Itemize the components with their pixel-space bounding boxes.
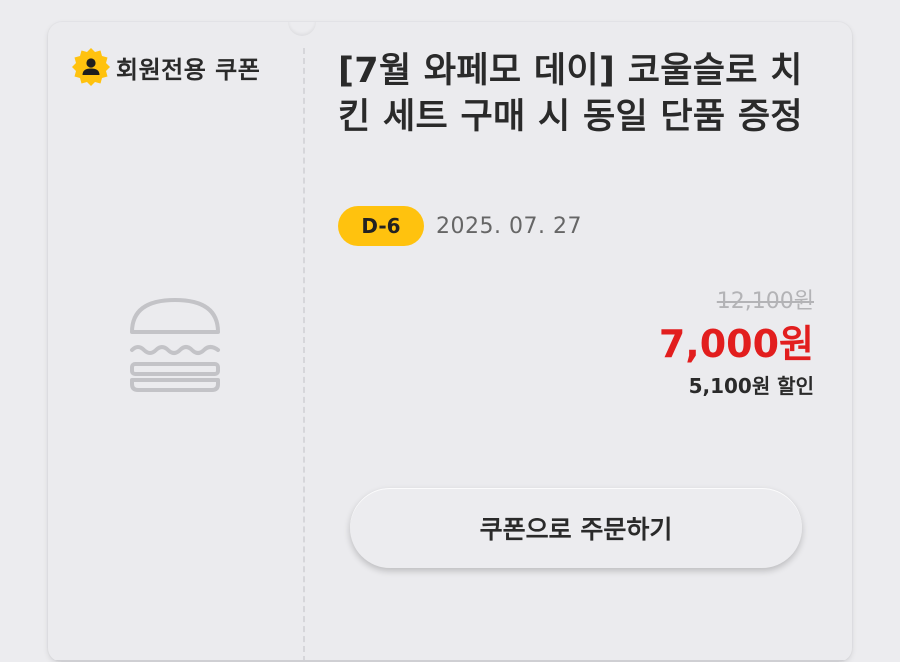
- ticket-notch: [288, 22, 316, 36]
- sale-price: 7,000원: [658, 322, 814, 366]
- burger-icon: [130, 298, 220, 392]
- price-block: 12,100원 7,000원 5,100원 할인: [659, 287, 814, 401]
- d-day-badge: D-6: [338, 206, 424, 246]
- ticket-divider: [303, 48, 305, 662]
- coupon-title: [7월 와페모 데이] 코울슬로 치킨 세트 구매 시 동일 단품 증정: [338, 51, 803, 137]
- coupon-card: 회원전용 쿠폰 [7월 와페모 데이] 코울슬로 치킨 세트 구매 시 동일 단…: [48, 22, 852, 662]
- member-person-icon: [72, 48, 110, 86]
- original-price: 12,100원: [716, 289, 814, 314]
- expiry-row: D-6 2025. 07. 27: [338, 206, 582, 246]
- expiry-date: 2025. 07. 27: [436, 213, 582, 239]
- order-with-coupon-button[interactable]: 쿠폰으로 주문하기: [350, 488, 802, 568]
- member-badge: 회원전용 쿠폰: [70, 46, 260, 88]
- discount-amount: 5,100원 할인: [688, 374, 814, 398]
- member-badge-label: 회원전용 쿠폰: [116, 55, 261, 84]
